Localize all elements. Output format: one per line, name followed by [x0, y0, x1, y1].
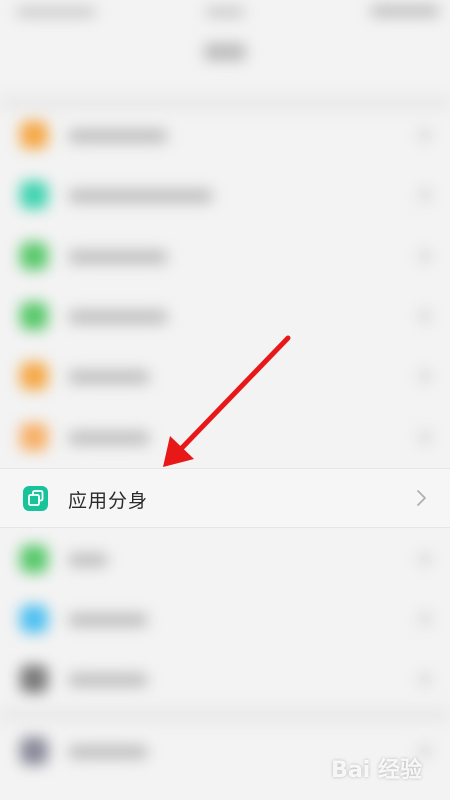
settings-item-icon [20, 362, 48, 390]
chevron-right-icon [420, 250, 430, 262]
settings-item-label-blurred [68, 553, 108, 567]
settings-item-icon [20, 665, 48, 693]
settings-item-blurred[interactable] [0, 649, 450, 709]
settings-item-blurred[interactable] [0, 346, 450, 406]
page-title-placeholder [204, 43, 246, 61]
settings-item-blurred[interactable] [0, 589, 450, 649]
chevron-right-icon [416, 489, 428, 507]
chevron-right-icon [420, 431, 430, 443]
settings-item-blurred[interactable] [0, 286, 450, 346]
settings-item-blurred[interactable] [0, 226, 450, 286]
settings-item-blurred[interactable] [0, 165, 450, 225]
settings-item-label-blurred [68, 431, 150, 445]
chevron-right-icon [420, 129, 430, 141]
status-center-placeholder [205, 7, 245, 17]
settings-item-blurred[interactable] [0, 105, 450, 165]
settings-item-label-blurred [68, 673, 148, 687]
status-time-placeholder [16, 7, 96, 17]
settings-item-icon [20, 121, 48, 149]
settings-item-label-blurred [68, 310, 168, 324]
chevron-right-icon [420, 553, 430, 565]
settings-item-icon [20, 737, 48, 765]
settings-item-label-blurred [68, 745, 148, 759]
settings-item-app-clone[interactable]: 应用分身 [0, 468, 450, 528]
app-clone-icon [23, 486, 48, 511]
settings-item-label: 应用分身 [68, 490, 149, 512]
settings-item-icon [20, 181, 48, 209]
chevron-right-icon [420, 310, 430, 322]
chevron-right-icon [420, 613, 430, 625]
settings-item-label-blurred [68, 129, 168, 143]
settings-item-blurred[interactable] [0, 407, 450, 467]
settings-item-blurred[interactable] [0, 529, 450, 589]
blurred-background [0, 0, 450, 800]
chevron-right-icon [420, 673, 430, 685]
settings-item-icon [20, 545, 48, 573]
section-divider [0, 708, 450, 722]
chevron-right-icon [420, 189, 430, 201]
chevron-right-icon [420, 370, 430, 382]
settings-item-label-blurred [68, 613, 148, 627]
settings-item-icon [20, 302, 48, 330]
settings-item-label-blurred [68, 250, 168, 264]
settings-item-icon [20, 605, 48, 633]
settings-item-label-blurred [68, 370, 150, 384]
settings-item-icon [20, 242, 48, 270]
title-bar [0, 30, 450, 90]
settings-screen: 应用分身 Bai 经验 [0, 0, 450, 800]
settings-item-icon [20, 423, 48, 451]
watermark: Bai 经验 [331, 758, 422, 783]
settings-item-label-blurred [68, 189, 213, 203]
status-bar [0, 0, 450, 26]
status-icons-placeholder [370, 5, 440, 17]
